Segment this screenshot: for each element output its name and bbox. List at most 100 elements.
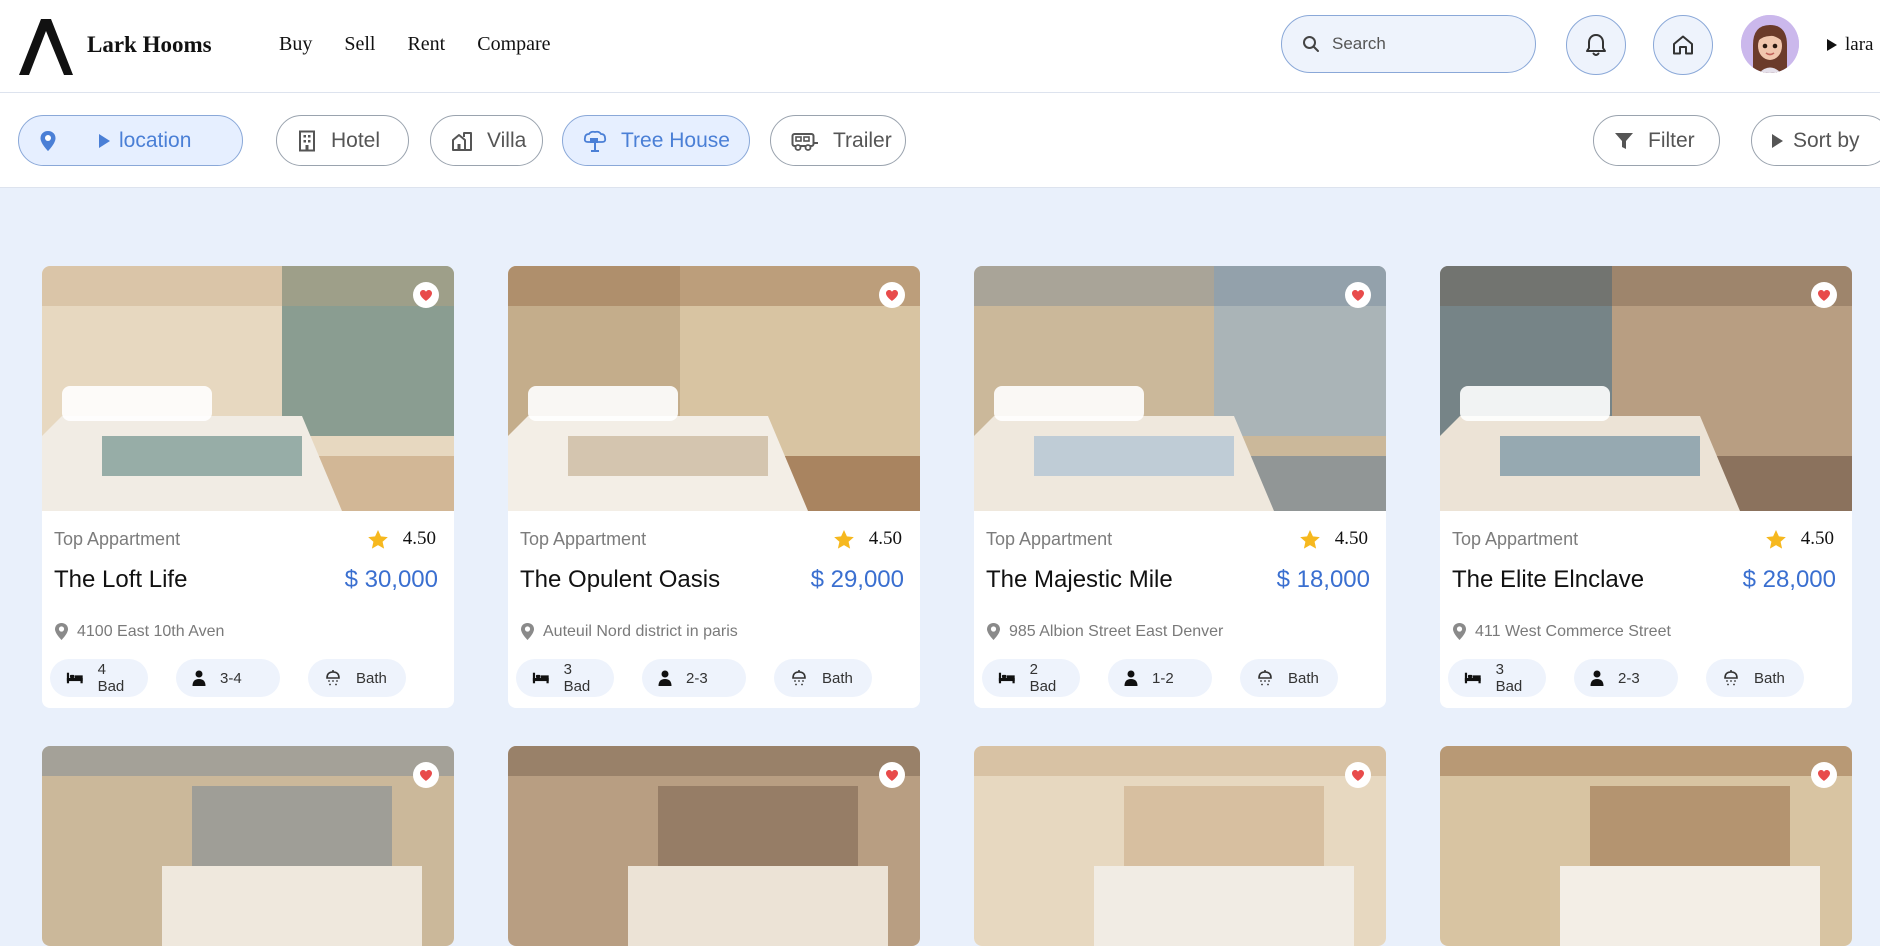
- favorite-button[interactable]: [879, 282, 905, 308]
- listing-card[interactable]: Top Appartment 4.50 The Opulent Oasis $ …: [508, 266, 920, 708]
- star-icon: [833, 529, 854, 549]
- address-text: 985 Albion Street East Denver: [1009, 622, 1224, 640]
- amenities: 3 Bad 2-3 Bath: [1448, 659, 1832, 697]
- listing-price: $ 29,000: [810, 566, 904, 593]
- listing-photo: [974, 266, 1386, 511]
- type-chip-villa[interactable]: Villa: [430, 115, 543, 166]
- listing-card[interactable]: Top Appartment 4.50 The Loft Life $ 30,0…: [42, 266, 454, 708]
- listing-name[interactable]: The Opulent Oasis: [520, 566, 720, 594]
- memoji-avatar-icon: [1741, 15, 1799, 73]
- rating-value: 4.50: [868, 528, 902, 549]
- listing-card[interactable]: Top Appartment 4.50 The Majestic Mile $ …: [974, 266, 1386, 708]
- search-icon: [1303, 36, 1319, 52]
- nav-rent[interactable]: Rent: [407, 33, 445, 56]
- beds-text: 3 Bad: [1495, 661, 1523, 695]
- listing-address: 4100 East 10th Aven: [54, 622, 224, 641]
- address-text: 4100 East 10th Aven: [77, 622, 225, 640]
- favorite-button[interactable]: [1811, 762, 1837, 788]
- address-text: Auteuil Nord district in paris: [543, 622, 738, 640]
- listing-category: Top Appartment: [986, 528, 1113, 549]
- favorite-button[interactable]: [1345, 762, 1371, 788]
- listing-rating: 4.50: [833, 528, 902, 550]
- rating-value: 4.50: [402, 528, 436, 549]
- amenity-beds: 3 Bad: [1448, 659, 1546, 697]
- listing-address: 411 West Commerce Street: [1452, 622, 1671, 641]
- avatar[interactable]: [1741, 15, 1799, 73]
- location-label: location: [119, 128, 192, 152]
- listing-card[interactable]: [508, 746, 920, 946]
- caret-right-icon: [99, 133, 110, 148]
- amenity-bath: Bath: [1706, 659, 1804, 697]
- nav-buy[interactable]: Buy: [279, 33, 312, 56]
- main-nav: Buy Sell Rent Compare: [279, 33, 583, 56]
- nav-compare[interactable]: Compare: [477, 33, 550, 56]
- amenity-guests: 1-2: [1108, 659, 1212, 697]
- location-dropdown[interactable]: location: [18, 115, 243, 166]
- amenity-guests: 2-3: [642, 659, 746, 697]
- listing-image[interactable]: [42, 746, 454, 946]
- brand-name[interactable]: Lark Hooms: [87, 32, 212, 58]
- favorite-button[interactable]: [413, 282, 439, 308]
- listing-image[interactable]: [1440, 266, 1852, 511]
- amenity-guests: 3-4: [176, 659, 280, 697]
- sort-button[interactable]: Sort by: [1751, 115, 1880, 166]
- person-icon: [1124, 670, 1138, 686]
- favorite-button[interactable]: [413, 762, 439, 788]
- listing-photo: [1440, 746, 1852, 946]
- guests-text: 3-4: [220, 669, 242, 687]
- bed-icon: [532, 672, 549, 684]
- type-chip-tree-house[interactable]: Tree House: [562, 115, 750, 166]
- listing-rating: 4.50: [1299, 528, 1368, 550]
- type-chip-hotel[interactable]: Hotel: [276, 115, 409, 166]
- listing-name[interactable]: The Majestic Mile: [986, 566, 1173, 594]
- listing-image[interactable]: [974, 266, 1386, 511]
- beds-text: 2 Bad: [1029, 661, 1057, 695]
- home-button[interactable]: [1653, 15, 1713, 75]
- star-icon: [1765, 529, 1786, 549]
- villa-icon: [452, 131, 472, 151]
- listing-photo: [974, 746, 1386, 946]
- heart-icon: [420, 289, 432, 301]
- tree-house-icon: [583, 130, 607, 152]
- user-menu[interactable]: lara: [1827, 34, 1873, 56]
- home-icon: [1673, 35, 1693, 55]
- listing-image[interactable]: [508, 746, 920, 946]
- heart-icon: [1818, 289, 1830, 301]
- search-input[interactable]: [1332, 34, 1512, 54]
- listing-name[interactable]: The Loft Life: [54, 566, 187, 594]
- notifications-button[interactable]: [1566, 15, 1626, 75]
- address-text: 411 West Commerce Street: [1475, 622, 1671, 640]
- listing-card[interactable]: [42, 746, 454, 946]
- building-icon: [299, 130, 315, 151]
- map-pin-icon: [40, 130, 56, 151]
- listing-category: Top Appartment: [54, 528, 181, 549]
- favorite-button[interactable]: [1345, 282, 1371, 308]
- amenity-guests: 2-3: [1574, 659, 1678, 697]
- logo-icon[interactable]: [17, 15, 75, 78]
- bed-icon: [1464, 672, 1481, 684]
- map-pin-icon: [987, 623, 1000, 640]
- listing-name[interactable]: The Elite Elnclave: [1452, 566, 1644, 594]
- amenity-bath: Bath: [1240, 659, 1338, 697]
- amenity-beds: 3 Bad: [516, 659, 614, 697]
- listing-image[interactable]: [1440, 746, 1852, 946]
- type-label-trailer: Trailer: [833, 128, 892, 152]
- trailer-icon: [791, 132, 818, 151]
- favorite-button[interactable]: [879, 762, 905, 788]
- listing-card[interactable]: Top Appartment 4.50 The Elite Elnclave $…: [1440, 266, 1852, 708]
- listing-card[interactable]: [1440, 746, 1852, 946]
- search-box[interactable]: [1281, 15, 1536, 73]
- type-chip-trailer[interactable]: Trailer: [770, 115, 906, 166]
- user-name: lara: [1845, 34, 1874, 55]
- filter-button[interactable]: Filter: [1593, 115, 1720, 166]
- listing-image[interactable]: [508, 266, 920, 511]
- heart-icon: [1818, 769, 1830, 781]
- favorite-button[interactable]: [1811, 282, 1837, 308]
- nav-sell[interactable]: Sell: [344, 33, 375, 56]
- amenity-bath: Bath: [308, 659, 406, 697]
- listing-image[interactable]: [42, 266, 454, 511]
- listing-category: Top Appartment: [520, 528, 647, 549]
- bath-text: Bath: [1288, 669, 1319, 687]
- listing-image[interactable]: [974, 746, 1386, 946]
- listing-card[interactable]: [974, 746, 1386, 946]
